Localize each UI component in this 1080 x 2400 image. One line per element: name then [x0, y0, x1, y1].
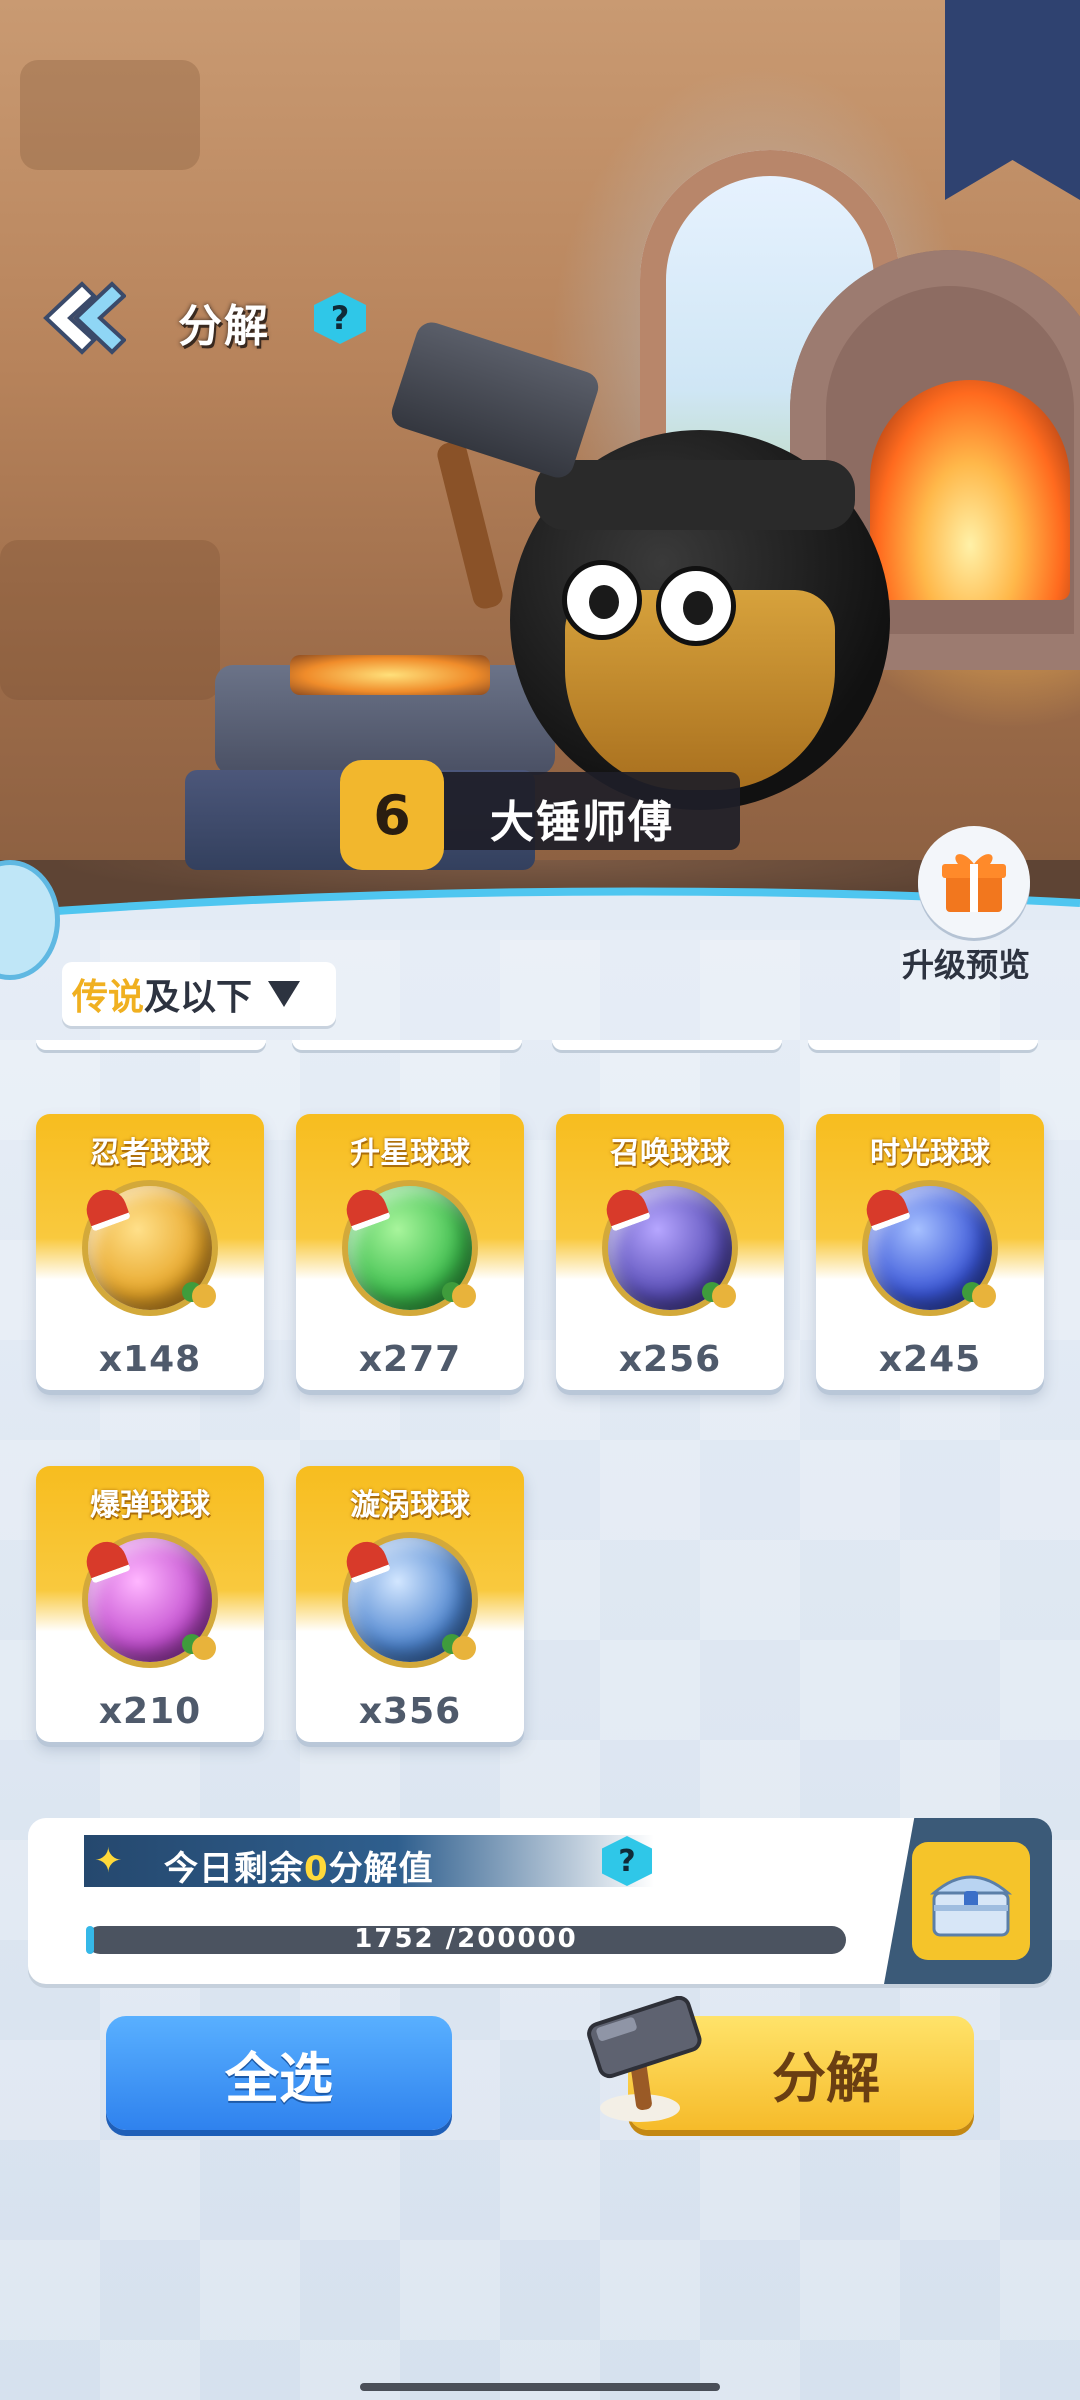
item-count: x356 — [358, 1691, 462, 1732]
bell-icon — [452, 1284, 476, 1308]
item-name: 时光球球 — [870, 1136, 990, 1171]
wall-stone — [20, 60, 200, 170]
clipped-card — [808, 1040, 1038, 1050]
sparkle-icon: ✦ — [94, 1841, 123, 1881]
clipped-card — [552, 1040, 782, 1050]
item-card-bomb-ball[interactable]: 爆弹球球 x210 — [36, 1466, 264, 1742]
item-name: 升星球球 — [350, 1136, 470, 1171]
page-title: 分解 — [178, 301, 270, 352]
filter-rarity-rest: 及以下 — [144, 977, 253, 1018]
furnace-fire — [870, 380, 1070, 600]
gift-icon — [942, 854, 1006, 912]
anvil-glow — [290, 655, 490, 695]
bell-icon — [192, 1284, 216, 1308]
clipped-card — [292, 1040, 522, 1050]
item-count: x277 — [358, 1339, 462, 1380]
bell-icon — [972, 1284, 996, 1308]
select-all-button[interactable]: 全选 — [106, 2016, 452, 2130]
character-eye — [656, 566, 736, 646]
daily-remaining-value: 0 — [304, 1849, 329, 1889]
bell-icon — [452, 1636, 476, 1660]
item-count: x148 — [98, 1339, 202, 1380]
master-name: 大锤师傅 — [490, 797, 674, 848]
character-headband — [535, 460, 855, 530]
reward-chest-button[interactable] — [912, 1842, 1030, 1960]
character-hammer-handle — [434, 438, 506, 612]
rarity-filter-dropdown[interactable]: 传说 及以下 — [62, 962, 336, 1026]
clipped-card — [36, 1040, 266, 1050]
daily-remaining-bar: ✦ 今日剩余0分解值 — [84, 1835, 654, 1890]
item-name: 爆弹球球 — [90, 1488, 210, 1523]
bell-icon — [712, 1284, 736, 1308]
decompose-progress-bar: 1752 /200000 — [86, 1924, 846, 1954]
item-card-star-ball[interactable]: 升星球球 x277 — [296, 1114, 524, 1390]
treasure-chest-icon — [929, 1875, 1013, 1937]
item-card-summon-ball[interactable]: 召唤球球 x256 — [556, 1114, 784, 1390]
item-name: 召唤球球 — [610, 1136, 730, 1171]
hammer-icon — [587, 1996, 702, 2122]
wall-stone — [0, 540, 220, 700]
item-count: x210 — [98, 1691, 202, 1732]
item-card-time-ball[interactable]: 时光球球 x245 — [816, 1114, 1044, 1390]
daily-remaining-prefix: 今日剩余 — [164, 1849, 304, 1889]
daily-decompose-panel: ✦ 今日剩余0分解值 ? 1752 /200000 — [28, 1818, 1052, 1984]
item-name: 忍者球球 — [90, 1136, 210, 1171]
item-count: x256 — [618, 1339, 722, 1380]
progress-text: 1752 /200000 — [354, 1924, 578, 1954]
bell-icon — [192, 1636, 216, 1660]
upgrade-preview-label: 升级预览 — [902, 946, 1031, 984]
home-indicator — [360, 2383, 720, 2391]
item-card-vortex-ball[interactable]: 漩涡球球 x356 — [296, 1466, 524, 1742]
item-card-ninja-ball[interactable]: 忍者球球 x148 — [36, 1114, 264, 1390]
daily-remaining-text: 今日剩余0分解值 — [164, 1841, 434, 1890]
character-eye — [562, 560, 642, 640]
character-hammer-head — [387, 318, 603, 482]
hanging-banner — [945, 0, 1080, 200]
dropdown-triangle-icon — [268, 981, 301, 1007]
daily-remaining-suffix: 分解值 — [328, 1849, 434, 1889]
item-count: x245 — [878, 1339, 982, 1380]
back-button[interactable] — [36, 278, 127, 358]
upgrade-preview-button[interactable] — [918, 826, 1030, 938]
filter-rarity-highlight: 传说 — [72, 977, 145, 1018]
master-level-badge: 6 — [340, 760, 444, 870]
double-chevron-left-icon — [43, 281, 127, 355]
item-name: 漩涡球球 — [350, 1488, 470, 1523]
